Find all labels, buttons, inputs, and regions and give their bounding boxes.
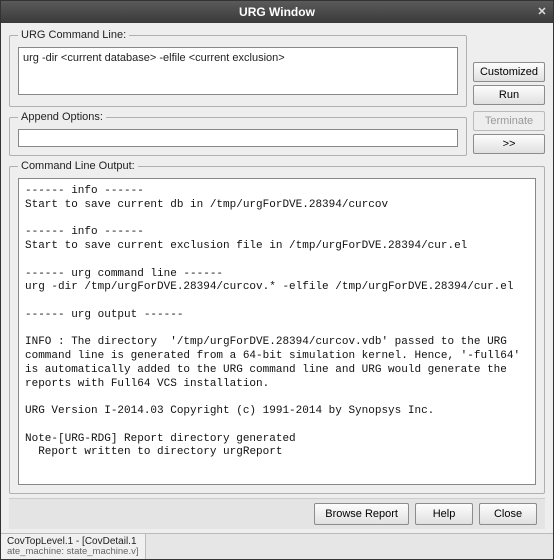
- command-line-output-group: Command Line Output: ------ info ------ …: [9, 160, 545, 494]
- status-bar: CovTopLevel.1 - [CovDetail.1 ate_machine…: [1, 533, 553, 559]
- urg-command-line-input[interactable]: [18, 47, 458, 95]
- run-button[interactable]: Run: [473, 85, 545, 105]
- urg-window: URG Window ✕ URG Command Line: Customize…: [0, 0, 554, 560]
- close-button[interactable]: Close: [479, 503, 537, 525]
- side-button-column-mid: Terminate >>: [473, 111, 545, 156]
- titlebar: URG Window ✕: [1, 1, 553, 23]
- bottom-button-row: Browse Report Help Close: [9, 498, 545, 529]
- customized-button[interactable]: Customized: [473, 62, 545, 82]
- help-button[interactable]: Help: [415, 503, 473, 525]
- command-line-output-text[interactable]: ------ info ------ Start to save current…: [18, 178, 536, 485]
- append-options-label: Append Options:: [18, 111, 106, 123]
- expand-button[interactable]: >>: [473, 134, 545, 154]
- terminate-button: Terminate: [473, 111, 545, 131]
- status-tab-covtoplevel[interactable]: CovTopLevel.1 - [CovDetail.1 ate_machine…: [1, 534, 146, 559]
- append-options-input[interactable]: [18, 129, 458, 147]
- command-line-row: URG Command Line: Customized Run: [9, 29, 545, 107]
- urg-command-line-label: URG Command Line:: [18, 29, 129, 41]
- close-icon[interactable]: ✕: [535, 4, 549, 18]
- urg-command-line-group: URG Command Line:: [9, 29, 467, 107]
- status-tab-line2: ate_machine: state_machine.v]: [7, 547, 139, 557]
- command-line-output-label: Command Line Output:: [18, 160, 138, 172]
- append-options-group: Append Options:: [9, 111, 467, 156]
- window-title: URG Window: [239, 5, 315, 19]
- append-options-row: Append Options: Terminate >>: [9, 111, 545, 156]
- side-button-column-top: Customized Run: [473, 29, 545, 107]
- window-content: URG Command Line: Customized Run Append …: [1, 23, 553, 533]
- browse-report-button[interactable]: Browse Report: [314, 503, 409, 525]
